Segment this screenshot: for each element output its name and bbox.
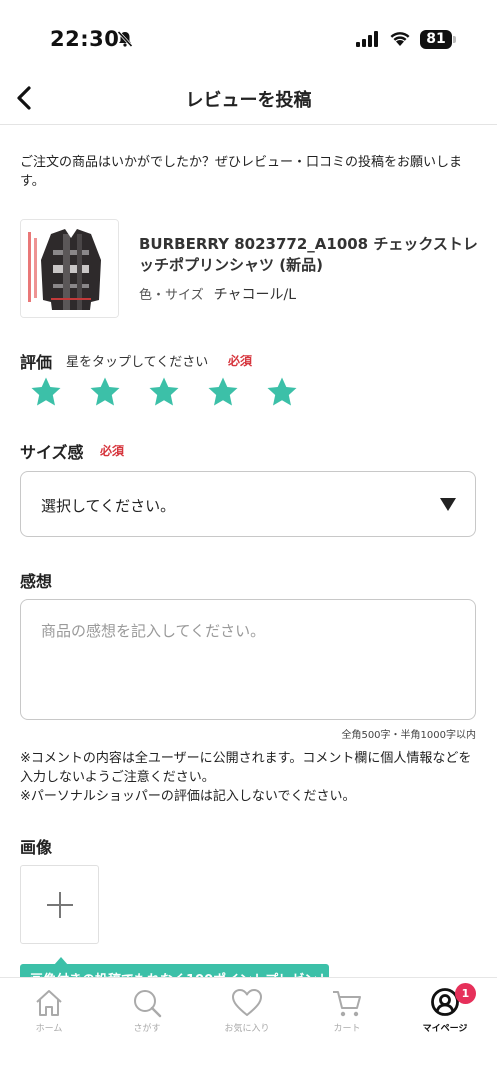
- tab-cart[interactable]: カート: [312, 988, 382, 1048]
- char-limit-note: 全角500字・半角1000字以内: [341, 730, 476, 741]
- search-icon: [134, 990, 162, 1018]
- image-label: 画像: [20, 838, 53, 857]
- status-time: 22:30: [50, 27, 120, 51]
- tab-bar: ホーム さがす お気に入り カート 1 マイページ: [0, 977, 497, 1080]
- star-rating: [30, 376, 298, 408]
- tab-label: ホーム: [35, 1024, 63, 1034]
- product-thumbnail: [20, 219, 119, 318]
- caret-down-icon: [439, 497, 457, 516]
- tab-home[interactable]: ホーム: [14, 988, 84, 1048]
- impression-label: 感想: [20, 572, 53, 591]
- size-select-value: 選択してください。: [41, 497, 176, 515]
- size-label: サイズ感: [20, 443, 84, 462]
- tab-favorites[interactable]: お気に入り: [212, 988, 282, 1048]
- variant-label: 色・サイズ: [139, 288, 204, 303]
- notes: ※コメントの内容は全ユーザーに公開されます。コメント欄に個人情報などを入力しない…: [20, 749, 480, 806]
- points-banner: 画像付きの投稿でもれなく100ポイントプレゼント: [20, 964, 329, 978]
- variant-value: チャコール/L: [213, 287, 297, 303]
- tab-label: お気に入り: [224, 1024, 270, 1034]
- tab-label: マイページ: [422, 1024, 468, 1034]
- star-icon[interactable]: [266, 376, 298, 408]
- size-select[interactable]: 選択してください。: [20, 471, 476, 537]
- nav-header: レビューを投稿: [0, 72, 497, 125]
- home-icon: [36, 990, 62, 1016]
- star-icon[interactable]: [207, 376, 239, 408]
- note-shopper: ※パーソナルショッパーの評価は記入しないでください。: [20, 789, 356, 804]
- page-title: レビューを投稿: [185, 90, 312, 111]
- intro-text: ご注文の商品はいかがでしたか？ぜひレビュー・口コミの投稿をお願いします。: [20, 155, 463, 189]
- tab-label: さがす: [133, 1024, 161, 1034]
- tab-search[interactable]: さがす: [112, 988, 182, 1048]
- product-name: BURBERRY 8023772_A1008 チェックストレッチポプリンシャツ …: [139, 235, 478, 274]
- rating-required-badge: 必須: [228, 354, 253, 368]
- note-public: ※コメントの内容は全ユーザーに公開されます。コメント欄に個人情報などを入力しない…: [20, 751, 472, 785]
- rating-hint: 星をタップしてください: [66, 355, 209, 370]
- battery-tip: [453, 36, 456, 43]
- bell-muted-icon: [116, 30, 134, 52]
- heart-icon: [232, 989, 262, 1016]
- star-icon[interactable]: [30, 376, 62, 408]
- add-image-button[interactable]: [20, 865, 99, 944]
- shirt-image: [21, 220, 118, 317]
- tab-mypage[interactable]: 1 マイページ: [410, 983, 480, 1048]
- plus-icon: [46, 891, 73, 918]
- impression-textarea[interactable]: [20, 599, 476, 720]
- star-icon[interactable]: [148, 376, 180, 408]
- status-bar: 22:30 81: [0, 0, 497, 72]
- battery-icon: 81: [420, 30, 452, 49]
- tab-label: カート: [333, 1024, 361, 1034]
- rating-label: 評価: [20, 353, 53, 372]
- notification-badge: 1: [455, 983, 476, 1004]
- cellular-signal-icon: [356, 31, 380, 51]
- cart-icon: [333, 991, 361, 1017]
- star-icon[interactable]: [89, 376, 121, 408]
- size-required-badge: 必須: [100, 444, 125, 458]
- product-variant: 色・サイズ チャコール/L: [139, 284, 296, 304]
- wifi-icon: [388, 29, 412, 51]
